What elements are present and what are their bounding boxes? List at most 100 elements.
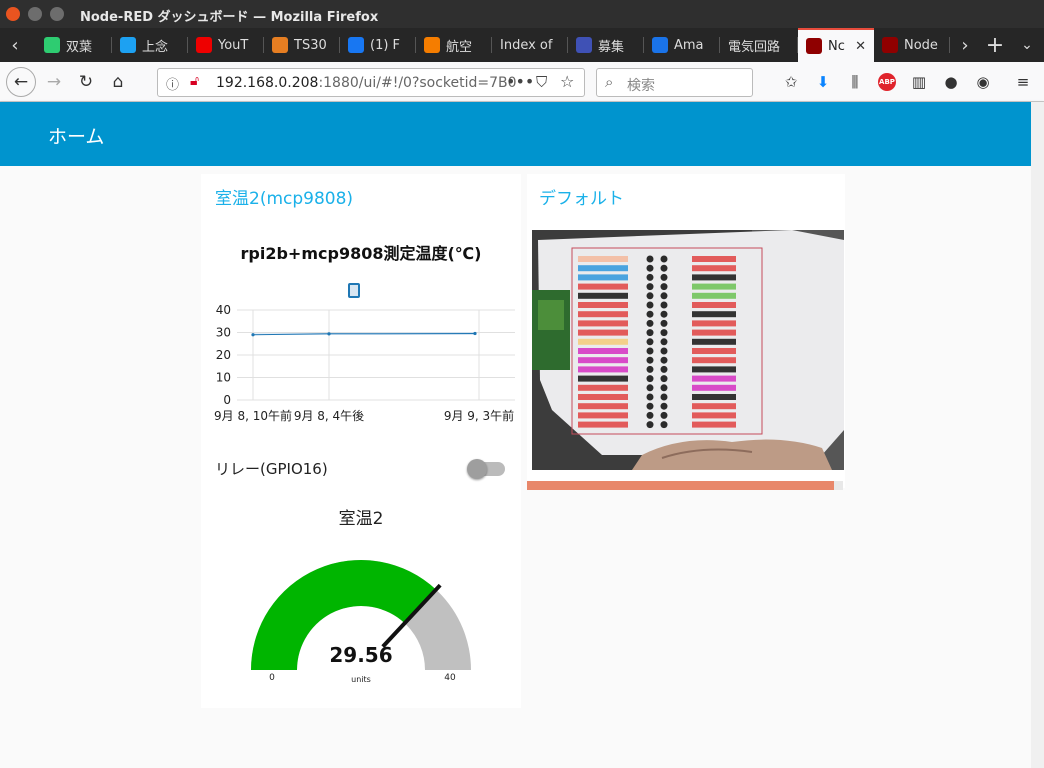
- header-pin: [646, 421, 654, 429]
- camera-snapshot-image: [532, 230, 844, 470]
- site-icon: [576, 37, 592, 53]
- site-info-icon[interactable]: ⓘ: [166, 74, 179, 93]
- chart-title: rpi2b+mcp9808測定温度(℃): [240, 244, 482, 263]
- page-actions-icon[interactable]: •••: [506, 72, 534, 91]
- pin-label-right: [692, 421, 736, 428]
- url-bar[interactable]: ⓘ 🔓︎ 192.168.0.208:1880/ui/#!/0?socketid…: [157, 68, 585, 97]
- progress-fill: [527, 481, 834, 490]
- account-icon[interactable]: ◉: [973, 72, 993, 92]
- pin-label-right: [692, 338, 736, 345]
- gauge-min-label: 0: [269, 673, 275, 683]
- pin-label-right: [692, 384, 736, 391]
- browser-tab[interactable]: YouT: [188, 28, 264, 62]
- relay-switch-knob: [467, 459, 487, 479]
- y-tick-label: 40: [216, 303, 231, 317]
- header-pin: [660, 273, 668, 281]
- pin-label-right: [692, 366, 736, 373]
- close-tab-icon[interactable]: ✕: [855, 39, 866, 54]
- reload-button[interactable]: ↻: [72, 68, 100, 96]
- maximize-window-button[interactable]: [50, 7, 64, 21]
- map-pin-icon: [652, 37, 668, 53]
- pin-label-right: [692, 394, 736, 400]
- pin-label-left: [578, 283, 628, 290]
- pin-label-left: [578, 357, 628, 364]
- tab-label: 電気回路: [728, 39, 781, 55]
- gauge-value: 29.56: [329, 643, 392, 667]
- header-pin: [646, 264, 654, 272]
- temperature-line-chart: 0 10 20 30 40 9月 8, 10午前 9月 8, 4午後 9月 9, 3午前: [214, 283, 515, 423]
- list-all-tabs-icon[interactable]: ⌄: [1012, 28, 1042, 62]
- browser-tab[interactable]: (1) F: [340, 28, 416, 62]
- tab-label: 募集: [598, 39, 625, 55]
- library-icon[interactable]: ⫼: [845, 72, 865, 92]
- back-button[interactable]: ←: [6, 67, 36, 97]
- search-input[interactable]: ⌕ 検索: [596, 68, 753, 97]
- browser-tab[interactable]: 航空: [416, 28, 492, 62]
- pocket-icon[interactable]: ⛉: [536, 73, 547, 91]
- header-pin: [646, 273, 654, 281]
- header-pin: [660, 411, 668, 419]
- tab-scroll-left-icon[interactable]: ‹: [0, 28, 30, 62]
- dashboard-body: 室温2(mcp9808) rpi2b+mcp9808測定温度(℃) 0 10 20 3…: [0, 166, 1044, 768]
- pin-label-right: [692, 311, 736, 318]
- extension-icon[interactable]: ●: [941, 72, 961, 92]
- header-pin: [646, 356, 654, 364]
- tab-label: Ama: [674, 37, 704, 53]
- browser-tab[interactable]: TS30: [264, 28, 340, 62]
- sidebar-icon[interactable]: ▥: [909, 72, 929, 92]
- pin-label-right: [692, 403, 736, 410]
- adblock-plus-icon[interactable]: ABP: [877, 72, 897, 92]
- browser-tab[interactable]: 電気回路: [720, 28, 798, 62]
- relay-switch-label: リレー(GPIO16): [215, 460, 328, 478]
- tab-scroll-right-icon[interactable]: ›: [950, 28, 980, 62]
- header-pin: [660, 365, 668, 373]
- group-title: デフォルト: [539, 189, 624, 209]
- temperature-gauge: 29.56 units 0 40: [251, 560, 471, 684]
- pin-label-left: [578, 338, 628, 345]
- browser-tab[interactable]: 上念: [112, 28, 188, 62]
- url-host: 192.168.0.208: [216, 75, 319, 91]
- pin-label-left: [578, 265, 628, 272]
- pin-label-right: [692, 302, 736, 308]
- header-pin: [660, 375, 668, 383]
- page-scrollbar[interactable]: [1031, 102, 1044, 768]
- home-button[interactable]: ⌂: [104, 68, 132, 96]
- youtube-icon: [196, 37, 212, 53]
- window-title: Node-RED ダッシュボード — Mozilla Firefox: [80, 10, 379, 25]
- relay-switch[interactable]: [467, 458, 507, 480]
- browser-tab[interactable]: Nc ✕: [798, 28, 874, 62]
- insecure-lock-icon[interactable]: 🔓︎: [190, 73, 199, 89]
- url-path: :1880/ui/#!/0?socketid=7B0: [318, 75, 517, 91]
- bookmark-star-icon[interactable]: ☆: [560, 72, 574, 91]
- pin-label-left: [578, 366, 628, 373]
- header-pin: [660, 384, 668, 392]
- gauge-title: 室温2: [338, 509, 384, 529]
- pin-label-right: [692, 412, 736, 419]
- browser-tab[interactable]: Node: [874, 28, 950, 62]
- menu-icon[interactable]: ≡: [1013, 72, 1033, 92]
- url-text[interactable]: 192.168.0.208:1880/ui/#!/0?socketid=7B0: [216, 75, 517, 91]
- new-tab-button[interactable]: +: [980, 28, 1010, 62]
- bookmarks-star-icon[interactable]: ✩: [781, 72, 801, 92]
- forward-button[interactable]: →: [40, 68, 68, 96]
- close-window-button[interactable]: [6, 7, 20, 21]
- header-pin: [660, 421, 668, 429]
- browser-tab[interactable]: Ama: [644, 28, 720, 62]
- browser-tab[interactable]: 双葉: [36, 28, 112, 62]
- downloads-icon[interactable]: ⬇: [813, 72, 833, 92]
- tab-strip: ‹ 双葉 上念 YouT TS30 (1) F 航空 Index of 募集 Ama 電気回路 Nc…: [0, 28, 1044, 62]
- progress-track: [527, 481, 843, 490]
- header-pin: [660, 283, 668, 291]
- pin-label-left: [578, 394, 628, 400]
- header-pin: [660, 338, 668, 346]
- browser-tab[interactable]: Index of: [492, 28, 568, 62]
- pin-label-left: [578, 311, 628, 318]
- minimize-window-button[interactable]: [28, 7, 42, 21]
- gauge-max-label: 40: [444, 673, 456, 683]
- browser-tab[interactable]: 募集: [568, 28, 644, 62]
- node-red-icon: [806, 38, 822, 54]
- header-pin: [660, 301, 668, 309]
- pin-label-right: [692, 256, 736, 262]
- tab-label: 航空: [446, 39, 473, 55]
- chart-data-point: [473, 331, 477, 336]
